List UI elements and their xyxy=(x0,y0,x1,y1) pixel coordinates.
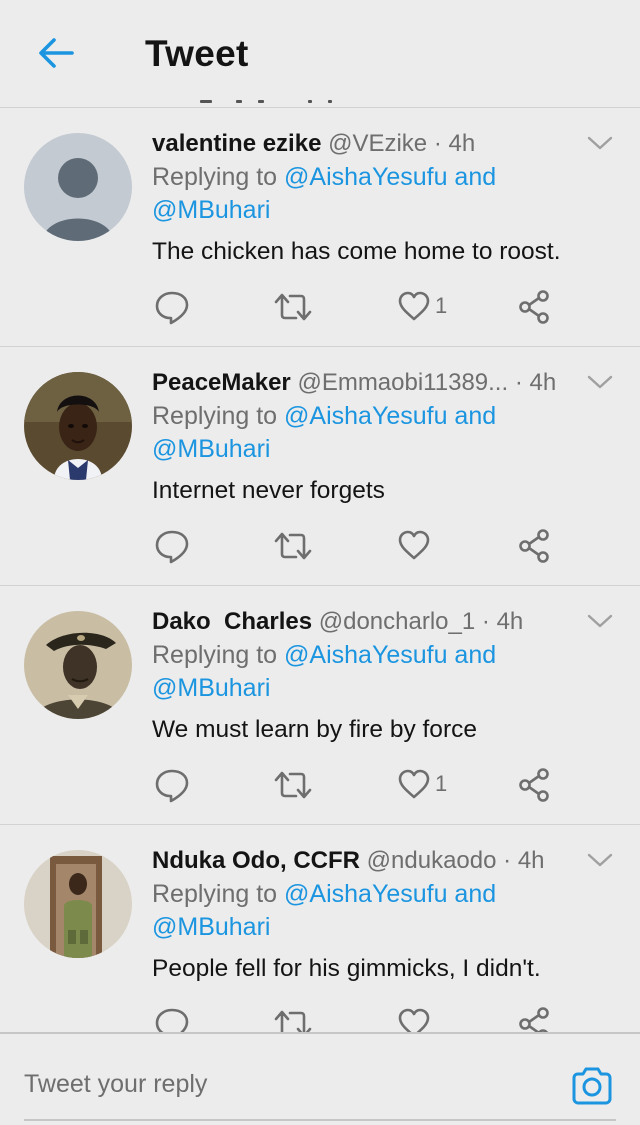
replying-to-label: Replying to xyxy=(152,641,278,669)
profile-photo xyxy=(24,372,132,480)
mention-link[interactable]: @MBuhari xyxy=(152,674,270,702)
retweet-button[interactable] xyxy=(273,1006,313,1032)
replying-to: Replying to @AishaYesufu and @MBuhari xyxy=(152,161,592,227)
camera-icon[interactable] xyxy=(570,1064,614,1108)
mention-link[interactable]: @MBuhari xyxy=(152,435,270,463)
tweet-item[interactable]: PeaceMaker @Emmaobi11389... · 4h Replyin… xyxy=(0,347,640,586)
replying-to: Replying to @AishaYesufu and @MBuhari xyxy=(152,639,592,705)
like-button[interactable] xyxy=(397,1006,455,1032)
share-icon xyxy=(519,1007,549,1032)
tweet-item[interactable]: valentine ezike @VEzike · 4h Replying to… xyxy=(0,108,640,347)
tweet-text: We must learn by fire by force xyxy=(152,716,477,743)
like-count: 1 xyxy=(435,771,448,796)
share-button[interactable] xyxy=(518,1006,552,1032)
retweet-icon xyxy=(274,1010,312,1032)
tweet-item[interactable]: Dako Charles @doncharlo_1 · 4h Replying … xyxy=(0,586,640,825)
mention-link[interactable]: @AishaYesufu and xyxy=(284,402,496,430)
profile-photo xyxy=(24,611,132,719)
retweet-button[interactable] xyxy=(273,528,313,564)
reply-button[interactable] xyxy=(154,767,190,803)
like-button[interactable]: 1 xyxy=(397,767,455,803)
heart-icon xyxy=(398,769,430,799)
arrow-left-icon[interactable] xyxy=(36,36,76,70)
retweet-icon xyxy=(274,532,312,560)
author-name[interactable]: valentine ezike xyxy=(152,130,321,157)
header-bar: Tweet xyxy=(0,0,640,108)
reply-button[interactable] xyxy=(154,528,190,564)
mention-link[interactable]: @AishaYesufu and xyxy=(284,641,496,669)
retweet-button[interactable] xyxy=(273,767,313,803)
speech-bubble-icon xyxy=(155,1008,189,1032)
tweet-header: PeaceMaker @Emmaobi11389... · 4h xyxy=(152,369,557,396)
mention-link[interactable]: @AishaYesufu and xyxy=(284,163,496,191)
tweet-time: 4h xyxy=(496,608,524,635)
tweet-text: The chicken has come home to roost. xyxy=(152,238,561,265)
reply-composer: Tweet your reply xyxy=(0,1032,640,1125)
reply-input[interactable]: Tweet your reply xyxy=(24,1070,207,1099)
retweet-icon xyxy=(274,293,312,321)
replying-to-label: Replying to xyxy=(152,402,278,430)
retweet-icon xyxy=(274,771,312,799)
author-name[interactable]: Dako Charles xyxy=(152,608,312,635)
chevron-down-icon[interactable] xyxy=(586,851,614,869)
avatar[interactable] xyxy=(24,850,132,958)
chevron-down-icon[interactable] xyxy=(586,134,614,152)
author-handle[interactable]: @VEzike xyxy=(328,130,427,157)
speech-bubble-icon xyxy=(155,769,189,803)
reply-list: valentine ezike @VEzike · 4h Replying to… xyxy=(0,108,640,1032)
author-handle[interactable]: @doncharlo_1 xyxy=(319,608,475,635)
default-profile-icon xyxy=(24,133,132,241)
profile-photo xyxy=(24,850,132,958)
heart-icon xyxy=(398,291,430,321)
chevron-down-icon[interactable] xyxy=(586,373,614,391)
tweet-time: 4h xyxy=(448,130,476,157)
mention-link[interactable]: @MBuhari xyxy=(152,913,270,941)
share-button[interactable] xyxy=(518,767,552,803)
author-name[interactable]: Nduka Odo, CCFR xyxy=(152,847,360,874)
tweet-text: Internet never forgets xyxy=(152,477,385,504)
like-count: 1 xyxy=(435,293,448,318)
author-handle[interactable]: @Emmaobi11389... xyxy=(297,369,508,396)
share-icon xyxy=(519,529,549,563)
replying-to-label: Replying to xyxy=(152,880,278,908)
reply-button[interactable] xyxy=(154,289,190,325)
avatar[interactable] xyxy=(24,611,132,719)
chevron-down-icon[interactable] xyxy=(586,612,614,630)
share-button[interactable] xyxy=(518,528,552,564)
like-button[interactable] xyxy=(397,528,455,564)
share-button[interactable] xyxy=(518,289,552,325)
like-button[interactable]: 1 xyxy=(397,289,455,325)
replying-to: Replying to @AishaYesufu and @MBuhari xyxy=(152,400,592,466)
reply-button[interactable] xyxy=(154,1006,190,1032)
tweet-header: valentine ezike @VEzike · 4h xyxy=(152,130,476,157)
tweet-text: People fell for his gimmicks, I didn't. xyxy=(152,955,541,982)
share-icon xyxy=(519,290,549,324)
input-underline xyxy=(24,1119,616,1121)
speech-bubble-icon xyxy=(155,291,189,325)
heart-icon xyxy=(398,1008,430,1032)
tweet-time: 4h xyxy=(517,847,545,874)
page-title: Tweet xyxy=(145,33,249,74)
replying-to-label: Replying to xyxy=(152,163,278,191)
retweet-button[interactable] xyxy=(273,289,313,325)
speech-bubble-icon xyxy=(155,530,189,564)
share-icon xyxy=(519,768,549,802)
avatar[interactable] xyxy=(24,133,132,241)
heart-icon xyxy=(398,530,430,560)
tweet-header: Dako Charles @doncharlo_1 · 4h xyxy=(152,608,524,635)
author-name[interactable]: PeaceMaker xyxy=(152,369,291,396)
avatar[interactable] xyxy=(24,372,132,480)
mention-link[interactable]: @AishaYesufu and xyxy=(284,880,496,908)
tweet-time: 4h xyxy=(529,369,557,396)
author-handle[interactable]: @ndukaodo xyxy=(367,847,497,874)
replying-to: Replying to @AishaYesufu and @MBuhari xyxy=(152,878,592,944)
previous-tweet-peek xyxy=(0,100,640,108)
mention-link[interactable]: @MBuhari xyxy=(152,196,270,224)
tweet-item[interactable]: Nduka Odo, CCFR @ndukaodo · 4h Replying … xyxy=(0,825,640,1032)
tweet-header: Nduka Odo, CCFR @ndukaodo · 4h xyxy=(152,847,545,874)
